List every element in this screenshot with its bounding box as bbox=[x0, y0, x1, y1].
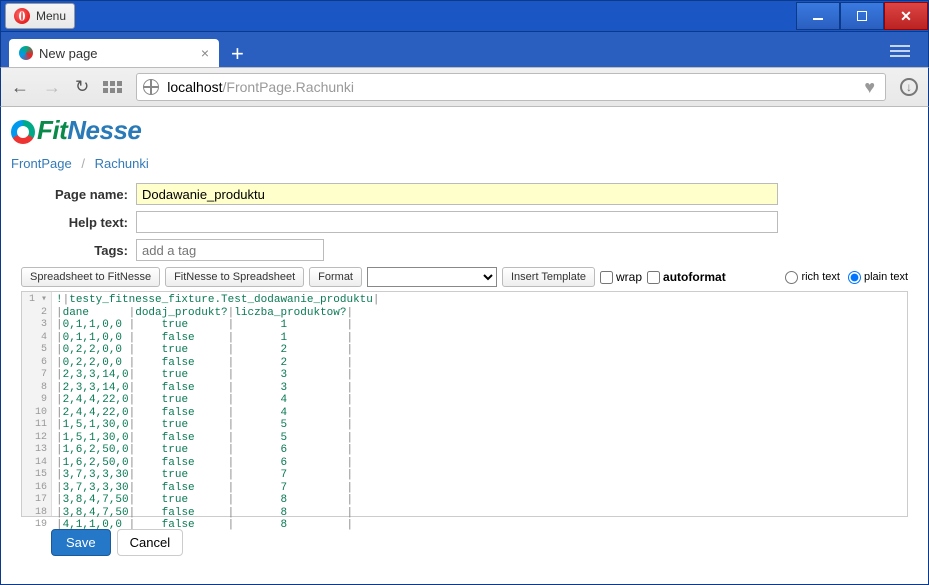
tab-close-icon[interactable]: × bbox=[201, 45, 209, 61]
wrap-checkbox[interactable]: wrap bbox=[600, 270, 642, 284]
page-name-label: Page name: bbox=[31, 187, 136, 202]
code-line[interactable]: |1,6,2,50,0| false | 6 | bbox=[56, 457, 379, 470]
code-line[interactable]: |0,2,2,0,0 | false | 2 | bbox=[56, 357, 379, 370]
panel-menu-icon[interactable] bbox=[886, 41, 914, 61]
code-line[interactable]: |0,1,1,0,0 | false | 1 | bbox=[56, 332, 379, 345]
code-line[interactable]: |dane |dodaj_produkt?|liczba_produktow?| bbox=[56, 307, 379, 320]
breadcrumb-separator: / bbox=[75, 156, 91, 171]
speed-dial-icon[interactable] bbox=[103, 81, 122, 93]
format-button[interactable]: Format bbox=[309, 267, 362, 287]
tab-title: New page bbox=[39, 46, 98, 61]
cancel-button[interactable]: Cancel bbox=[117, 529, 183, 556]
browser-tabstrip: New page × + bbox=[0, 32, 929, 67]
fitnesse-to-spreadsheet-button[interactable]: FitNesse to Spreadsheet bbox=[165, 267, 304, 287]
autoformat-checkbox[interactable]: autoformat bbox=[647, 270, 726, 284]
back-button[interactable]: ← bbox=[11, 77, 29, 98]
code-line[interactable]: |2,3,3,14,0| true | 3 | bbox=[56, 369, 379, 382]
save-button[interactable]: Save bbox=[51, 529, 111, 556]
opera-menu-label: Menu bbox=[36, 9, 66, 23]
breadcrumb: FrontPage / Rachunki bbox=[11, 156, 918, 171]
opera-menu-button[interactable]: Menu bbox=[5, 3, 75, 29]
window-maximize-button[interactable] bbox=[840, 2, 884, 30]
code-line[interactable]: !|testy_fitnesse_fixture.Test_dodawanie_… bbox=[56, 294, 379, 307]
help-text-input[interactable] bbox=[136, 211, 778, 233]
insert-template-button[interactable]: Insert Template bbox=[502, 267, 595, 287]
plain-text-radio[interactable]: plain text bbox=[848, 271, 908, 284]
tab-favicon bbox=[19, 46, 33, 60]
window-titlebar: Menu bbox=[0, 0, 929, 32]
code-line[interactable]: |3,7,3,3,30| true | 7 | bbox=[56, 469, 379, 482]
fitnesse-swirl-icon bbox=[11, 120, 35, 144]
editor-toolbar: Spreadsheet to FitNesse FitNesse to Spre… bbox=[21, 267, 908, 287]
browser-tab-active[interactable]: New page × bbox=[9, 39, 219, 67]
window-minimize-button[interactable] bbox=[796, 2, 840, 30]
code-line[interactable]: |3,8,4,7,50| false | 8 | bbox=[56, 507, 379, 520]
code-line[interactable]: |2,3,3,14,0| false | 3 | bbox=[56, 382, 379, 395]
template-select[interactable] bbox=[367, 267, 497, 287]
code-line[interactable]: |2,4,4,22,0| false | 4 | bbox=[56, 407, 379, 420]
code-line[interactable]: |3,7,3,3,30| false | 7 | bbox=[56, 482, 379, 495]
fitnesse-logo: FitNesse bbox=[11, 115, 918, 146]
code-line[interactable]: |2,4,4,22,0| true | 4 | bbox=[56, 394, 379, 407]
code-line[interactable]: |0,2,2,0,0 | true | 2 | bbox=[56, 344, 379, 357]
forward-button[interactable]: → bbox=[43, 77, 61, 98]
breadcrumb-rachunki[interactable]: Rachunki bbox=[95, 156, 149, 171]
code-line[interactable]: |0,1,1,0,0 | true | 1 | bbox=[56, 319, 379, 332]
browser-toolbar: ← → localhost/FrontPage.Rachunki ♥ bbox=[0, 67, 929, 107]
address-bar[interactable]: localhost/FrontPage.Rachunki ♥ bbox=[136, 73, 886, 101]
tags-label: Tags: bbox=[31, 243, 136, 258]
downloads-icon[interactable] bbox=[900, 78, 918, 96]
code-line[interactable]: |1,5,1,30,0| false | 5 | bbox=[56, 432, 379, 445]
new-tab-button[interactable]: + bbox=[219, 41, 256, 67]
window-close-button[interactable] bbox=[884, 2, 928, 30]
code-editor[interactable]: 1 ▾2345678910111213141516171819 !|testy_… bbox=[21, 291, 908, 517]
code-line[interactable]: |3,8,4,7,50| true | 8 | bbox=[56, 494, 379, 507]
opera-logo-icon bbox=[14, 8, 30, 24]
rich-text-radio[interactable]: rich text bbox=[785, 271, 840, 284]
tags-input[interactable] bbox=[136, 239, 324, 261]
editor-gutter: 1 ▾2345678910111213141516171819 bbox=[22, 292, 52, 516]
page-content: FitNesse FrontPage / Rachunki Page name:… bbox=[0, 107, 929, 585]
editor-code[interactable]: !|testy_fitnesse_fixture.Test_dodawanie_… bbox=[52, 292, 379, 516]
code-line[interactable]: |1,6,2,50,0| true | 6 | bbox=[56, 444, 379, 457]
code-line[interactable]: |1,5,1,30,0| true | 5 | bbox=[56, 419, 379, 432]
url-text[interactable]: localhost/FrontPage.Rachunki bbox=[167, 79, 852, 95]
breadcrumb-frontpage[interactable]: FrontPage bbox=[11, 156, 72, 171]
bookmark-icon[interactable]: ♥ bbox=[860, 77, 879, 98]
reload-button[interactable] bbox=[75, 77, 89, 97]
site-info-icon[interactable] bbox=[143, 79, 159, 95]
help-text-label: Help text: bbox=[31, 215, 136, 230]
page-name-input[interactable] bbox=[136, 183, 778, 205]
spreadsheet-to-fitnesse-button[interactable]: Spreadsheet to FitNesse bbox=[21, 267, 160, 287]
window-controls bbox=[796, 2, 928, 30]
